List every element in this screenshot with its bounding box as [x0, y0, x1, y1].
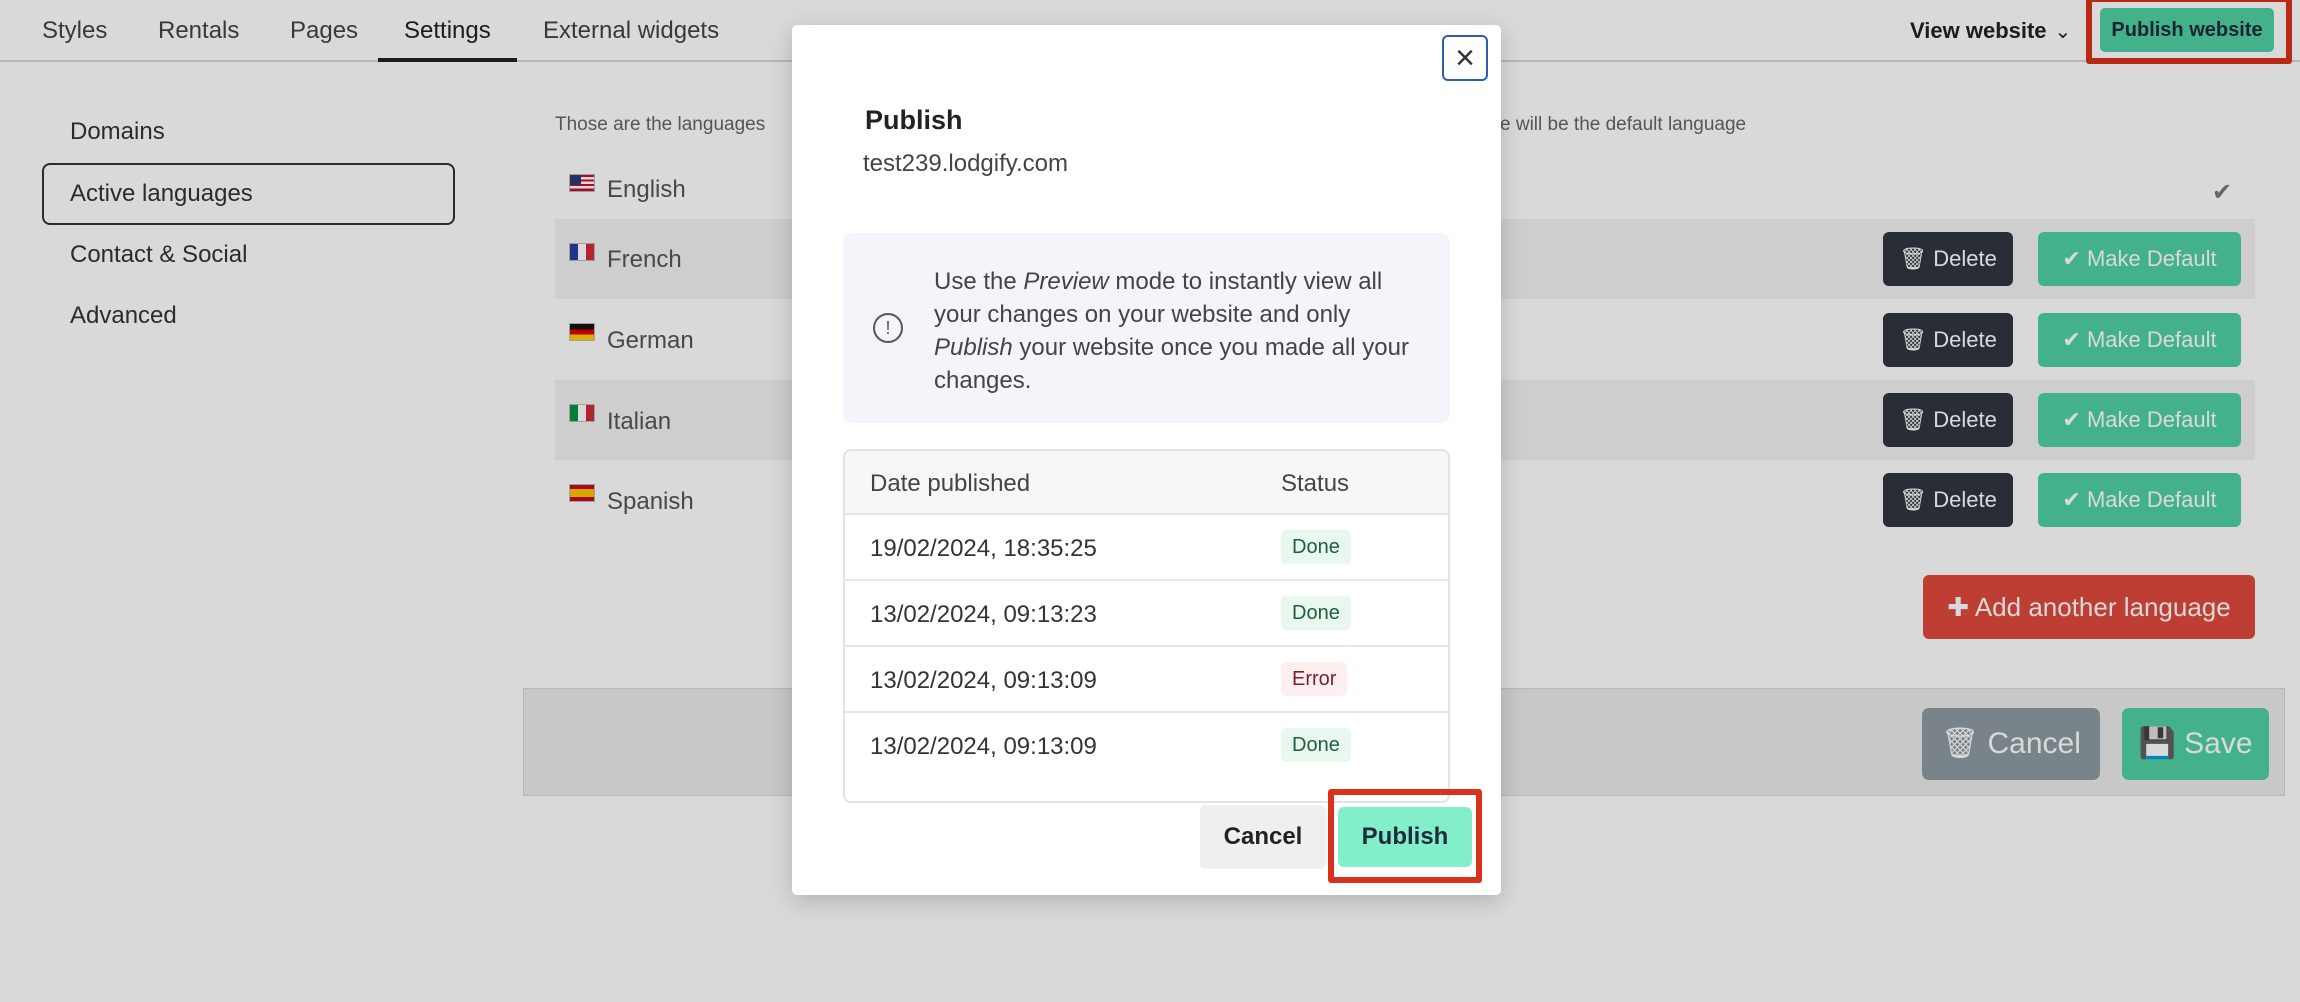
table-row: 13/02/2024, 09:13:09 Error: [845, 647, 1448, 713]
column-header-date: Date published: [870, 470, 1031, 497]
dialog-cancel-button[interactable]: Cancel: [1200, 805, 1326, 869]
publish-dialog: × Publish test239.lodgify.com ! Use the …: [792, 25, 1501, 895]
publish-date: 13/02/2024, 09:13:09: [870, 733, 1097, 760]
info-callout: ! Use the Preview mode to instantly view…: [843, 233, 1450, 423]
status-badge: Done: [1281, 728, 1351, 762]
status-badge: Done: [1281, 596, 1351, 630]
table-row: 19/02/2024, 18:35:25 Done: [845, 515, 1448, 581]
dialog-domain: test239.lodgify.com: [863, 150, 1068, 177]
info-text-part: Use the: [934, 268, 1024, 295]
publish-date: 19/02/2024, 18:35:25: [870, 535, 1097, 562]
info-text-publish: Publish: [934, 334, 1013, 361]
publish-history-table: Date published Status 19/02/2024, 18:35:…: [843, 449, 1450, 803]
info-text-preview: Preview: [1023, 268, 1109, 295]
info-text: Use the Preview mode to instantly view a…: [934, 265, 1424, 397]
dialog-title: Publish: [865, 105, 963, 135]
column-header-status: Status: [1281, 470, 1350, 497]
publish-date: 13/02/2024, 09:13:23: [870, 601, 1097, 628]
dialog-publish-button[interactable]: Publish: [1338, 807, 1472, 867]
close-icon[interactable]: ×: [1442, 35, 1488, 81]
info-icon: !: [873, 313, 903, 343]
status-badge: Error: [1281, 662, 1348, 696]
publish-date: 13/02/2024, 09:13:09: [870, 667, 1097, 694]
table-header: Date published Status: [845, 451, 1448, 515]
status-badge: Done: [1281, 530, 1351, 564]
table-row: 13/02/2024, 09:13:09 Done: [845, 713, 1448, 779]
table-row: 13/02/2024, 09:13:23 Done: [845, 581, 1448, 647]
